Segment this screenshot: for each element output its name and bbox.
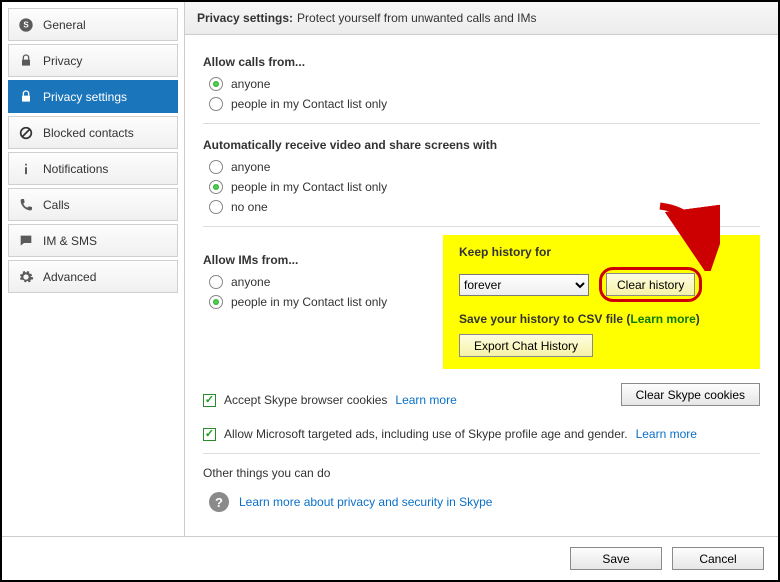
targeted-ads-label: Allow Microsoft targeted ads, including … — [224, 427, 628, 441]
option-label: anyone — [231, 160, 270, 174]
sidebar-item-label: General — [43, 18, 86, 32]
ims-option-anyone[interactable]: anyone — [209, 275, 433, 289]
sidebar-item-label: IM & SMS — [43, 234, 97, 248]
radio-icon — [209, 200, 223, 214]
cancel-button[interactable]: Cancel — [672, 547, 764, 570]
gear-icon — [17, 268, 35, 286]
radio-icon — [209, 295, 223, 309]
option-label: anyone — [231, 77, 270, 91]
save-button[interactable]: Save — [570, 547, 662, 570]
clear-history-button[interactable]: Clear history — [606, 273, 695, 296]
video-option-contacts[interactable]: people in my Contact list only — [209, 180, 760, 194]
calls-option-contacts[interactable]: people in my Contact list only — [209, 97, 760, 111]
info-icon — [17, 160, 35, 178]
dialog-footer: Save Cancel — [2, 536, 778, 580]
divider — [203, 123, 760, 124]
sidebar-item-imsms[interactable]: IM & SMS — [8, 224, 178, 257]
other-learn-row: ? Learn more about privacy and security … — [209, 492, 760, 512]
sidebar-item-general[interactable]: S General — [8, 8, 178, 41]
ims-history-row: Allow IMs from... anyone people in my Co… — [203, 239, 760, 369]
radio-icon — [209, 160, 223, 174]
section-video-title: Automatically receive video and share sc… — [203, 138, 760, 152]
ims-column: Allow IMs from... anyone people in my Co… — [203, 239, 433, 315]
history-controls: forever Clear history — [459, 267, 744, 302]
export-chat-history-button[interactable]: Export Chat History — [459, 334, 593, 357]
content-pane: Privacy settings: Protect yourself from … — [185, 2, 778, 536]
video-option-anyone[interactable]: anyone — [209, 160, 760, 174]
accept-cookies-label: Accept Skype browser cookies — [224, 393, 387, 407]
chat-icon — [17, 232, 35, 250]
sidebar-item-blocked[interactable]: Blocked contacts — [8, 116, 178, 149]
sidebar-item-privacy[interactable]: Privacy — [8, 44, 178, 77]
header-subtitle: Protect yourself from unwanted calls and… — [297, 11, 536, 25]
section-calls-title: Allow calls from... — [203, 55, 760, 69]
svg-text:S: S — [23, 20, 29, 29]
radio-icon — [209, 77, 223, 91]
calls-option-anyone[interactable]: anyone — [209, 77, 760, 91]
sidebar-item-calls[interactable]: Calls — [8, 188, 178, 221]
sidebar-item-label: Privacy — [43, 54, 82, 68]
sidebar: S General Privacy Privacy settings — [2, 2, 185, 536]
callout-ring: Clear history — [599, 267, 702, 302]
help-icon: ? — [209, 492, 229, 512]
option-label: people in my Contact list only — [231, 97, 387, 111]
sidebar-item-label: Blocked contacts — [43, 126, 134, 140]
targeted-ads-learn-link[interactable]: Learn more — [636, 427, 697, 441]
accept-cookies-row[interactable]: Accept Skype browser cookies Learn more — [203, 393, 621, 407]
other-section-title: Other things you can do — [203, 466, 760, 480]
content-scroll[interactable]: Allow calls from... anyone people in my … — [185, 35, 778, 536]
history-save-label: Save your history to CSV file (Learn mor… — [459, 312, 744, 326]
header-title: Privacy settings: — [197, 11, 293, 25]
content-header: Privacy settings: Protect yourself from … — [185, 2, 778, 35]
sidebar-item-advanced[interactable]: Advanced — [8, 260, 178, 293]
clear-cookies-button[interactable]: Clear Skype cookies — [621, 383, 760, 406]
radio-icon — [209, 180, 223, 194]
sidebar-item-label: Privacy settings — [43, 90, 127, 104]
radio-icon — [209, 275, 223, 289]
blocked-icon — [17, 124, 35, 142]
radio-icon — [209, 97, 223, 111]
checkbox-icon — [203, 394, 216, 407]
checkbox-icon — [203, 428, 216, 441]
history-learn-more-link[interactable]: Learn more — [630, 312, 695, 326]
option-label: no one — [231, 200, 268, 214]
top-pane: S General Privacy Privacy settings — [2, 2, 778, 536]
skype-icon: S — [17, 16, 35, 34]
divider — [203, 453, 760, 454]
sidebar-item-label: Calls — [43, 198, 70, 212]
sidebar-item-label: Notifications — [43, 162, 108, 176]
option-label: people in my Contact list only — [231, 295, 387, 309]
sidebar-item-privacy-settings[interactable]: Privacy settings — [8, 80, 178, 113]
history-title: Keep history for — [459, 245, 744, 259]
targeted-ads-row[interactable]: Allow Microsoft targeted ads, including … — [203, 427, 760, 441]
option-label: people in my Contact list only — [231, 180, 387, 194]
sidebar-item-label: Advanced — [43, 270, 96, 284]
options-window: S General Privacy Privacy settings — [0, 0, 780, 582]
history-duration-select[interactable]: forever — [459, 274, 589, 296]
option-label: anyone — [231, 275, 270, 289]
lock-open-icon — [17, 88, 35, 106]
video-option-noone[interactable]: no one — [209, 200, 760, 214]
phone-icon — [17, 196, 35, 214]
privacy-security-learn-link[interactable]: Learn more about privacy and security in… — [239, 495, 492, 509]
history-highlight-box: Keep history for forever Clear history S… — [443, 235, 760, 369]
divider — [203, 226, 760, 227]
sidebar-item-notifications[interactable]: Notifications — [8, 152, 178, 185]
accept-cookies-learn-link[interactable]: Learn more — [395, 393, 456, 407]
ims-option-contacts[interactable]: people in my Contact list only — [209, 295, 433, 309]
lock-icon — [17, 52, 35, 70]
section-ims-title: Allow IMs from... — [203, 253, 433, 267]
